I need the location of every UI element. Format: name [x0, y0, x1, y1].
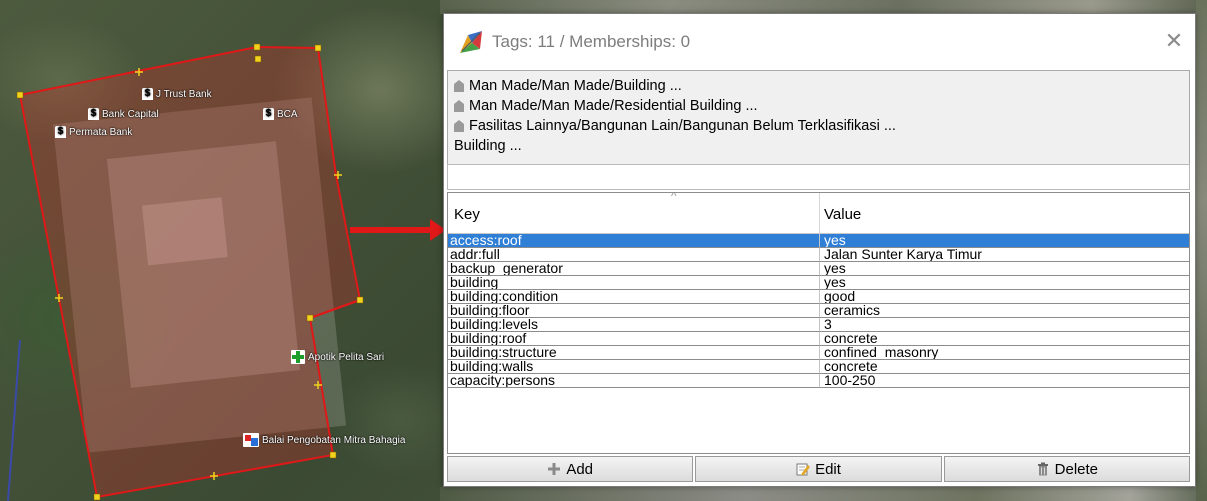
- building-polygon: [18, 45, 362, 499]
- column-header-label: Value: [824, 206, 862, 223]
- column-header-value[interactable]: Value: [820, 193, 1189, 233]
- delete-button-label: Delete: [1054, 460, 1098, 478]
- poi-label: Balai Pengobatan Mitra Bahagia: [262, 434, 406, 446]
- map-imagery-bottom: [440, 487, 1207, 501]
- table-row[interactable]: building:levels 3: [448, 318, 1189, 332]
- table-row[interactable]: backup_generator yes: [448, 262, 1189, 276]
- tag-value[interactable]: 100-250: [820, 374, 1189, 388]
- tag-value[interactable]: yes: [820, 262, 1189, 276]
- trash-icon: [1037, 462, 1048, 476]
- tag-value[interactable]: Jalan Sunter Karya Timur: [820, 248, 1189, 262]
- delete-button[interactable]: Delete: [943, 456, 1190, 482]
- tag-value[interactable]: yes: [820, 276, 1189, 290]
- preset-label: Fasilitas Lainnya/Bangunan Lain/Bangunan…: [469, 118, 896, 134]
- tag-key[interactable]: addr:full: [448, 248, 820, 262]
- map-imagery-right: [1196, 0, 1207, 501]
- preset-label: Man Made/Man Made/Building ...: [469, 78, 682, 94]
- preset-item[interactable]: Fasilitas Lainnya/Bangunan Lain/Bangunan…: [454, 116, 1183, 136]
- table-row[interactable]: building:floor ceramics: [448, 304, 1189, 318]
- tag-key[interactable]: building:structure: [448, 346, 820, 360]
- poi-permata-bank[interactable]: $ Permata Bank: [55, 126, 132, 138]
- poi-label: Bank Capital: [102, 108, 159, 120]
- tags-dialog: Tags: 11 / Memberships: 0 ✕ Man Made/Man…: [443, 13, 1196, 487]
- building-icon: [454, 100, 464, 112]
- tag-key[interactable]: building:levels: [448, 318, 820, 332]
- building-icon: [454, 80, 464, 92]
- josm-app-icon: [460, 31, 482, 53]
- table-row[interactable]: addr:full Jalan Sunter Karya Timur: [448, 248, 1189, 262]
- poi-bank-capital[interactable]: $ Bank Capital: [88, 108, 159, 120]
- table-row[interactable]: building:condition good: [448, 290, 1189, 304]
- table-row[interactable]: capacity:persons 100-250: [448, 374, 1189, 388]
- add-button-label: Add: [566, 460, 594, 478]
- button-bar: Add Edit Delete: [447, 456, 1190, 482]
- edit-icon: [796, 463, 811, 476]
- preset-label: Building ...: [454, 138, 522, 154]
- tag-key[interactable]: access:roof: [448, 234, 820, 248]
- tag-value[interactable]: confined_masonry: [820, 346, 1189, 360]
- column-header-key[interactable]: ^ Key: [448, 193, 820, 233]
- table-row[interactable]: building:structure confined_masonry: [448, 346, 1189, 360]
- preset-label: Man Made/Man Made/Residential Building .…: [469, 98, 758, 114]
- column-header-label: Key: [454, 206, 480, 223]
- edit-button-label: Edit: [815, 460, 841, 478]
- poi-label: Apotik Pelita Sari: [308, 351, 385, 363]
- tag-value[interactable]: yes: [820, 234, 1189, 248]
- edit-button[interactable]: Edit: [695, 456, 942, 482]
- preset-item[interactable]: Building ...: [454, 136, 1183, 156]
- dialog-titlebar[interactable]: Tags: 11 / Memberships: 0 ✕: [444, 14, 1195, 70]
- tag-key[interactable]: building:floor: [448, 304, 820, 318]
- clinic-icon: [243, 433, 259, 447]
- tag-value[interactable]: concrete: [820, 332, 1189, 346]
- pharmacy-icon: [291, 350, 305, 364]
- preset-list: Man Made/Man Made/Building ... Man Made/…: [447, 70, 1190, 170]
- table-row[interactable]: building yes: [448, 276, 1189, 290]
- map-imagery-top: [440, 0, 1207, 14]
- tag-value[interactable]: 3: [820, 318, 1189, 332]
- preset-item[interactable]: Man Made/Man Made/Building ...: [454, 76, 1183, 96]
- add-button[interactable]: Add: [447, 456, 694, 482]
- sort-indicator-icon: ^: [671, 192, 677, 203]
- building-icon: [454, 120, 464, 132]
- table-row[interactable]: building:walls concrete: [448, 360, 1189, 374]
- bank-icon: $: [263, 108, 274, 120]
- tag-value[interactable]: concrete: [820, 360, 1189, 374]
- table-body: access:roof yes addr:full Jalan Sunter Kar…: [448, 234, 1189, 388]
- poi-label: Permata Bank: [69, 126, 133, 138]
- tag-key[interactable]: building:roof: [448, 332, 820, 346]
- poi-label: BCA: [277, 108, 298, 120]
- table-header: ^ Key Value: [448, 193, 1189, 234]
- building-outline-layer[interactable]: [0, 0, 445, 501]
- membership-area: [447, 164, 1190, 190]
- tag-key[interactable]: capacity:persons: [448, 374, 820, 388]
- tag-key[interactable]: building:walls: [448, 360, 820, 374]
- poi-balai-pengobatan[interactable]: Balai Pengobatan Mitra Bahagia: [243, 433, 405, 447]
- tag-key[interactable]: backup_generator: [448, 262, 820, 276]
- poi-jtrust-bank[interactable]: $ J Trust Bank: [142, 88, 212, 100]
- dialog-title: Tags: 11 / Memberships: 0: [492, 32, 691, 51]
- tags-table[interactable]: ^ Key Value access:roof yes addr:full Jala…: [447, 192, 1190, 454]
- close-icon[interactable]: ✕: [1163, 30, 1185, 53]
- plus-icon: [548, 463, 561, 475]
- annotation-arrow: [350, 227, 434, 233]
- poi-label: J Trust Bank: [156, 88, 212, 100]
- bank-icon: $: [142, 88, 153, 100]
- tag-value[interactable]: good: [820, 290, 1189, 304]
- poi-bca[interactable]: $ BCA: [263, 108, 298, 120]
- table-row[interactable]: building:roof concrete: [448, 332, 1189, 346]
- preset-item[interactable]: Man Made/Man Made/Residential Building .…: [454, 96, 1183, 116]
- tag-key[interactable]: building: [448, 276, 820, 290]
- bank-icon: $: [55, 126, 66, 138]
- poi-apotik-pelita-sari[interactable]: Apotik Pelita Sari: [291, 350, 384, 364]
- tag-value[interactable]: ceramics: [820, 304, 1189, 318]
- tag-key[interactable]: building:condition: [448, 290, 820, 304]
- table-row[interactable]: access:roof yes: [448, 234, 1189, 248]
- bank-icon: $: [88, 108, 99, 120]
